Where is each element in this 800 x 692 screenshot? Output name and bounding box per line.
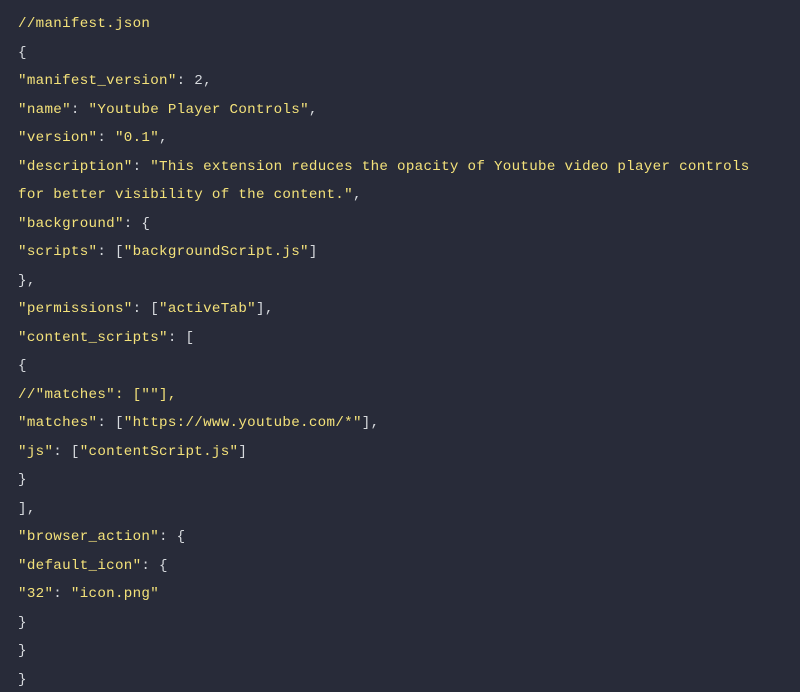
code-line: } [18, 643, 27, 659]
code-token: : [ [133, 301, 159, 317]
code-token: : [ [168, 330, 194, 346]
code-token: } [18, 472, 27, 488]
code-token: : { [141, 558, 167, 574]
code-token: ], [256, 301, 274, 317]
code-token: "name" [18, 102, 71, 118]
code-token: "32" [18, 586, 53, 602]
code-line: "32": "icon.png" [18, 586, 159, 602]
code-token: "manifest_version" [18, 73, 177, 89]
code-token: 2 [194, 73, 203, 89]
code-token: "0.1" [115, 130, 159, 146]
code-token: //manifest.json [18, 16, 150, 32]
code-line: "content_scripts": [ [18, 330, 194, 346]
code-line: "background": { [18, 216, 150, 232]
code-block: //manifest.json { "manifest_version": 2,… [0, 0, 800, 692]
code-line: "js": ["contentScript.js"] [18, 444, 247, 460]
code-token: }, [18, 273, 36, 289]
code-line: }, [18, 273, 36, 289]
code-line: "name": "Youtube Player Controls", [18, 102, 318, 118]
code-line: ], [18, 501, 36, 517]
code-token: "activeTab" [159, 301, 256, 317]
code-token: "https://www.youtube.com/*" [124, 415, 362, 431]
code-token: ], [18, 501, 36, 517]
code-token: } [18, 615, 27, 631]
code-token: : { [124, 216, 150, 232]
code-token: : [ [97, 415, 123, 431]
code-token: } [18, 672, 27, 688]
code-token: "description" [18, 159, 133, 175]
code-token: "matches" [18, 415, 97, 431]
code-token: , [309, 102, 318, 118]
code-line: } [18, 472, 27, 488]
code-line: "scripts": ["backgroundScript.js"] [18, 244, 318, 260]
code-token: "background" [18, 216, 124, 232]
code-token: , [203, 73, 212, 89]
code-token: "browser_action" [18, 529, 159, 545]
code-token: : [ [53, 444, 79, 460]
code-line: { [18, 45, 27, 61]
code-token: "content_scripts" [18, 330, 168, 346]
code-line: { [18, 358, 27, 374]
code-line: "matches": ["https://www.youtube.com/*"]… [18, 415, 379, 431]
code-line: "description": "This extension reduces t… [18, 159, 758, 204]
code-token: "Youtube Player Controls" [89, 102, 309, 118]
code-token: : [ [97, 244, 123, 260]
code-token: : [53, 586, 71, 602]
code-line: //manifest.json [18, 16, 150, 32]
code-token: "js" [18, 444, 53, 460]
code-token: "contentScript.js" [80, 444, 239, 460]
code-token: : [133, 159, 151, 175]
code-token: : [97, 130, 115, 146]
code-token: ] [309, 244, 318, 260]
code-token: , [353, 187, 362, 203]
code-token: , [159, 130, 168, 146]
code-line: "default_icon": { [18, 558, 168, 574]
code-token: ] [238, 444, 247, 460]
code-token: { [18, 358, 27, 374]
code-token: //"matches": [""], [18, 387, 177, 403]
code-line: "version": "0.1", [18, 130, 168, 146]
code-line: "manifest_version": 2, [18, 73, 212, 89]
code-line: } [18, 672, 27, 688]
code-line: "permissions": ["activeTab"], [18, 301, 274, 317]
code-token: { [18, 45, 27, 61]
code-token: } [18, 643, 27, 659]
code-token: "permissions" [18, 301, 133, 317]
code-token: : [177, 73, 195, 89]
code-token: "backgroundScript.js" [124, 244, 309, 260]
code-token: "version" [18, 130, 97, 146]
code-line: //"matches": [""], [18, 387, 177, 403]
code-token: "default_icon" [18, 558, 141, 574]
code-token: ], [362, 415, 380, 431]
code-token: : [71, 102, 89, 118]
code-token: : { [159, 529, 185, 545]
code-token: "icon.png" [71, 586, 159, 602]
code-line: "browser_action": { [18, 529, 185, 545]
code-token: "scripts" [18, 244, 97, 260]
code-line: } [18, 615, 27, 631]
